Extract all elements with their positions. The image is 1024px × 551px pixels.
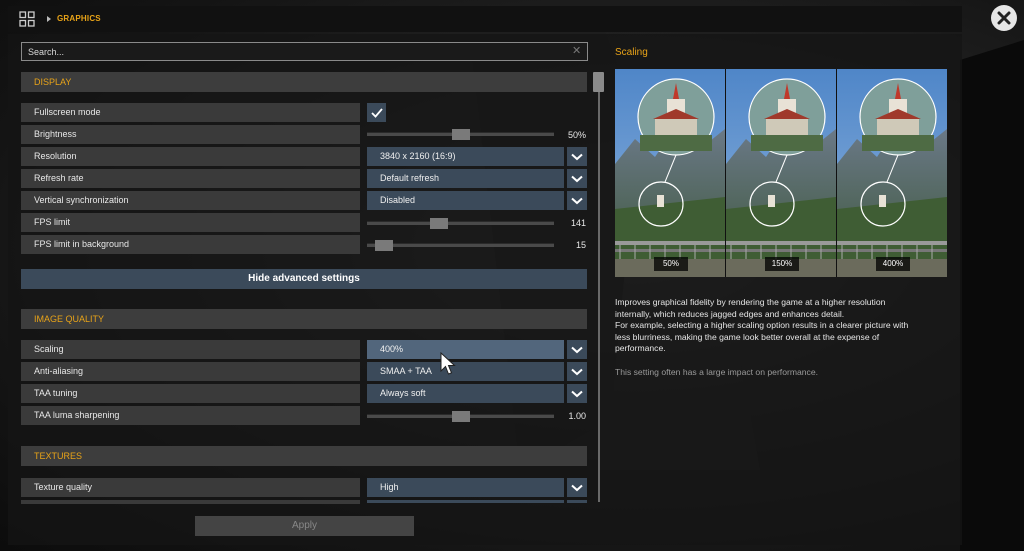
chevron-down-icon bbox=[571, 390, 583, 397]
taa-tuning-label: TAA tuning bbox=[21, 384, 360, 403]
section-header-textures: TEXTURES bbox=[21, 446, 587, 466]
description-line: less blurriness, making the game look be… bbox=[615, 331, 880, 342]
info-description: Improves graphical fidelity by rendering… bbox=[615, 297, 950, 355]
vsync-label: Vertical synchronization bbox=[21, 191, 360, 210]
refresh-rate-label: Refresh rate bbox=[21, 169, 360, 188]
preview-label-400: 400% bbox=[876, 257, 910, 271]
next-row-label bbox=[21, 500, 360, 504]
description-line: Improves graphical fidelity by rendering… bbox=[615, 297, 886, 307]
slider-thumb[interactable] bbox=[452, 411, 470, 422]
preview-label-50: 50% bbox=[654, 257, 688, 271]
fps-limit-slider[interactable] bbox=[367, 218, 554, 229]
close-button[interactable] bbox=[991, 5, 1017, 31]
chevron-down-icon bbox=[571, 484, 583, 491]
mouse-cursor-icon bbox=[440, 352, 456, 375]
refresh-rate-dropdown[interactable]: Default refresh bbox=[367, 169, 564, 188]
top-bar: GRAPHICS bbox=[8, 6, 962, 32]
brightness-label: Brightness bbox=[21, 125, 360, 144]
anti-aliasing-label: Anti-aliasing bbox=[21, 362, 360, 381]
fullscreen-label: Fullscreen mode bbox=[21, 103, 360, 122]
checkmark-icon bbox=[370, 107, 383, 118]
resolution-dropdown[interactable]: 3840 x 2160 (16:9) bbox=[367, 147, 564, 166]
scaling-preview-image bbox=[615, 69, 947, 277]
scaling-label: Scaling bbox=[21, 340, 360, 359]
fps-background-slider[interactable] bbox=[367, 240, 554, 251]
scaling-dropdown-button[interactable] bbox=[567, 340, 587, 359]
close-icon[interactable]: ✕ bbox=[572, 46, 581, 57]
apply-button[interactable]: Apply bbox=[195, 516, 414, 536]
texture-quality-label: Texture quality bbox=[21, 478, 360, 497]
taa-tuning-dropdown-button[interactable] bbox=[567, 384, 587, 403]
taa-tuning-dropdown[interactable]: Always soft bbox=[367, 384, 564, 403]
taa-sharpening-label: TAA luma sharpening bbox=[21, 406, 360, 425]
fps-background-value: 15 bbox=[575, 240, 586, 250]
section-header-image-quality: IMAGE QUALITY bbox=[21, 309, 587, 329]
fps-background-label: FPS limit in background bbox=[21, 235, 360, 254]
brightness-value: 50% bbox=[567, 130, 586, 140]
vsync-dropdown-button[interactable] bbox=[567, 191, 587, 210]
performance-note: This setting often has a large impact on… bbox=[615, 367, 819, 377]
slider-thumb[interactable] bbox=[375, 240, 393, 251]
texture-quality-dropdown[interactable]: High bbox=[367, 478, 564, 497]
grid-menu-icon[interactable] bbox=[19, 11, 35, 27]
scaling-dropdown[interactable]: 400% bbox=[367, 340, 564, 359]
texture-quality-dropdown-button[interactable] bbox=[567, 478, 587, 497]
next-row-dropdown[interactable] bbox=[367, 500, 564, 503]
slider-thumb[interactable] bbox=[430, 218, 448, 229]
breadcrumb-title: GRAPHICS bbox=[57, 14, 101, 23]
scrollbar-thumb[interactable] bbox=[593, 72, 604, 92]
description-line: performance. bbox=[615, 343, 666, 354]
taa-sharpening-value: 1.00 bbox=[568, 411, 586, 421]
anti-aliasing-dropdown-button[interactable] bbox=[567, 362, 587, 381]
preview-label-150: 150% bbox=[765, 257, 799, 271]
search-input[interactable] bbox=[21, 42, 588, 61]
description-line: internally, which reduces jagged edges a… bbox=[615, 308, 845, 319]
next-row-dropdown-button[interactable] bbox=[567, 500, 587, 503]
chevron-down-icon bbox=[571, 368, 583, 375]
resolution-label: Resolution bbox=[21, 147, 360, 166]
fps-limit-value: 141 bbox=[570, 218, 586, 228]
slider-thumb[interactable] bbox=[452, 129, 470, 140]
chevron-down-icon bbox=[571, 197, 583, 204]
close-icon bbox=[997, 11, 1011, 25]
chevron-down-icon bbox=[571, 346, 583, 353]
vsync-dropdown[interactable]: Disabled bbox=[367, 191, 564, 210]
anti-aliasing-dropdown[interactable]: SMAA + TAA bbox=[367, 362, 564, 381]
settings-scrollbar[interactable] bbox=[598, 72, 600, 502]
fullscreen-checkbox[interactable] bbox=[367, 103, 386, 122]
chevron-down-icon bbox=[571, 175, 583, 182]
fps-limit-label: FPS limit bbox=[21, 213, 360, 232]
chevron-down-icon bbox=[571, 153, 583, 160]
resolution-dropdown-button[interactable] bbox=[567, 147, 587, 166]
breadcrumb-arrow-icon bbox=[47, 16, 51, 22]
section-header-display: DISPLAY bbox=[21, 72, 587, 92]
hide-advanced-settings-button[interactable]: Hide advanced settings bbox=[21, 269, 587, 289]
taa-sharpening-slider[interactable] bbox=[367, 411, 554, 422]
brightness-slider[interactable] bbox=[367, 129, 554, 140]
refresh-rate-dropdown-button[interactable] bbox=[567, 169, 587, 188]
info-title: Scaling bbox=[615, 47, 648, 58]
description-line: For example, selecting a higher scaling … bbox=[615, 320, 909, 331]
